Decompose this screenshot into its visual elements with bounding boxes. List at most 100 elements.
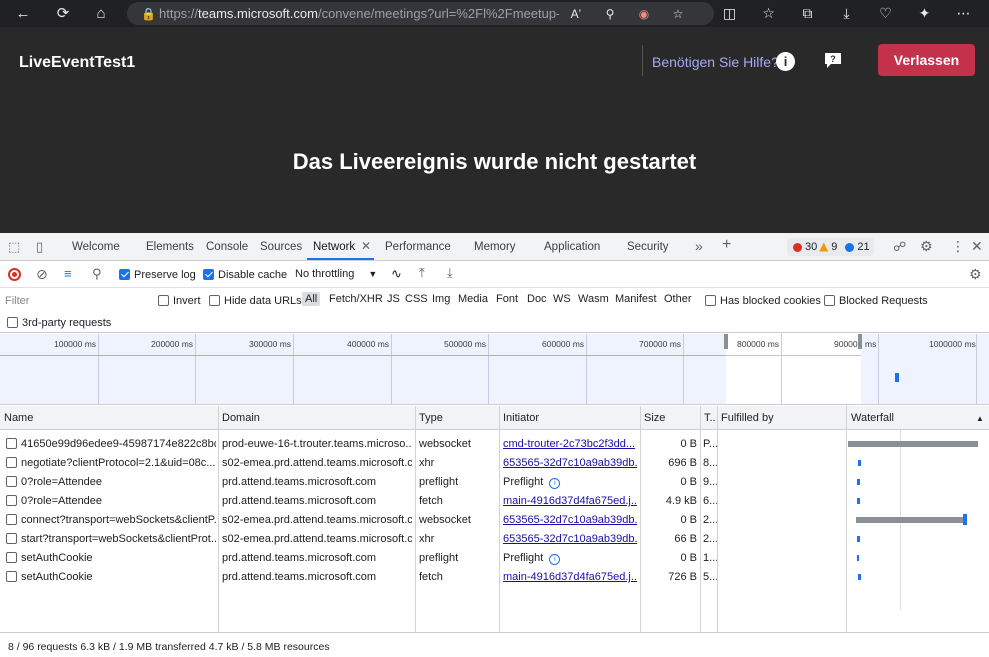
search-icon[interactable]: ⚲: [92, 266, 102, 282]
type-filter-doc[interactable]: Doc: [527, 293, 547, 305]
row-checkbox[interactable]: [6, 438, 17, 449]
type-filter-font[interactable]: Font: [496, 293, 518, 305]
help-link[interactable]: Benötigen Sie Hilfe?: [652, 54, 779, 70]
column-header-fulfilled-by[interactable]: Fulfilled by: [721, 412, 774, 424]
waterfall-bar[interactable]: [857, 536, 860, 542]
request-name[interactable]: 0?role=Attendee: [6, 476, 216, 488]
more-tabs-icon[interactable]: »: [695, 238, 703, 254]
type-filter-ws[interactable]: WS: [553, 293, 571, 305]
import-har-icon[interactable]: ⤒: [419, 265, 425, 281]
row-checkbox[interactable]: [6, 495, 17, 506]
table-row[interactable]: connect?transport=webSockets&clientP... s…: [0, 511, 989, 530]
device-toolbar-icon[interactable]: ▯: [36, 239, 43, 255]
issue-counters[interactable]: 30 9 21: [787, 238, 874, 256]
leave-button[interactable]: Verlassen: [878, 44, 975, 76]
network-settings-icon[interactable]: ⚙: [969, 266, 982, 283]
waterfall-bar[interactable]: [858, 574, 861, 580]
third-party-checkbox[interactable]: 3rd-party requests: [7, 317, 111, 329]
info-icon[interactable]: i: [776, 52, 795, 71]
tab-performance[interactable]: Performance: [385, 241, 451, 253]
chat-question-icon[interactable]: ?: [822, 50, 844, 72]
url-text[interactable]: https://teams.microsoft.com/convene/meet…: [159, 6, 559, 21]
waterfall-bar[interactable]: [856, 517, 966, 523]
type-filter-manifest[interactable]: Manifest: [615, 293, 657, 305]
more-menu-icon[interactable]: ⋯: [944, 5, 983, 22]
tab-console[interactable]: Console: [206, 241, 248, 253]
type-filter-all[interactable]: All: [302, 292, 321, 306]
has-blocked-cookies-checkbox[interactable]: Has blocked cookies: [705, 295, 821, 307]
export-har-icon[interactable]: ⤓: [447, 265, 453, 281]
favorite-star-icon[interactable]: ☆: [661, 7, 695, 21]
column-header-initiator[interactable]: Initiator: [503, 412, 539, 424]
read-aloud-icon[interactable]: A‛: [559, 7, 593, 21]
settings-gear-icon[interactable]: ⚙: [920, 238, 933, 255]
waterfall-bar[interactable]: [857, 555, 859, 561]
filter-clear-icon[interactable]: ≡: [64, 266, 72, 281]
invert-checkbox[interactable]: Invert: [158, 295, 201, 307]
type-filter-css[interactable]: CSS: [405, 293, 428, 305]
tab-elements[interactable]: Elements: [146, 241, 194, 253]
request-name[interactable]: 41650e99d96edee9-45987174e822c8bc...: [6, 438, 216, 450]
network-conditions-icon[interactable]: ∿: [391, 266, 402, 282]
row-checkbox[interactable]: [6, 476, 17, 487]
table-row[interactable]: 0?role=Attendee prd.attend.teams.microsof…: [0, 492, 989, 511]
copilot-icon[interactable]: ✦: [905, 5, 944, 22]
overview-left-handle[interactable]: [724, 334, 728, 349]
column-header-name[interactable]: Name: [4, 412, 33, 424]
address-bar[interactable]: 🔒 https://teams.microsoft.com/convene/me…: [127, 2, 714, 25]
preserve-log-checkbox[interactable]: Preserve log: [119, 269, 196, 281]
table-row[interactable]: negotiate?clientProtocol=2.1&uid=08c... s…: [0, 454, 989, 473]
waterfall-bar[interactable]: [857, 479, 860, 485]
close-devtools-icon[interactable]: ✕: [971, 238, 983, 255]
home-icon[interactable]: ⌂: [88, 2, 114, 24]
waterfall-bar[interactable]: [858, 460, 861, 466]
filter-input[interactable]: Filter: [2, 293, 147, 310]
type-filter-js[interactable]: JS: [387, 293, 400, 305]
row-checkbox[interactable]: [6, 457, 17, 468]
customize-menu-icon[interactable]: ⋮: [951, 238, 965, 255]
favorites-icon[interactable]: ☆: [749, 5, 788, 22]
table-row[interactable]: start?transport=webSockets&clientProt...…: [0, 530, 989, 549]
feedback-icon[interactable]: ☍: [893, 239, 906, 255]
request-name[interactable]: setAuthCookie: [6, 552, 216, 564]
type-filter-media[interactable]: Media: [458, 293, 488, 305]
request-initiator-link[interactable]: cmd-trouter-2c73bc2f3dd...: [503, 438, 637, 450]
sort-ascending-icon[interactable]: ▲: [976, 414, 984, 423]
request-initiator-link[interactable]: 653565-32d7c10a9ab39db...: [503, 533, 637, 545]
table-row[interactable]: setAuthCookie prd.attend.teams.microsoft.…: [0, 568, 989, 587]
request-initiator-link[interactable]: main-4916d37d4fa675ed.j...: [503, 495, 637, 507]
close-tab-icon[interactable]: ✕: [361, 239, 371, 253]
downloads-icon[interactable]: ⤓: [827, 5, 866, 22]
back-icon[interactable]: ←: [10, 2, 36, 24]
type-filter-other[interactable]: Other: [664, 293, 692, 305]
column-header-size[interactable]: Size: [644, 412, 665, 424]
request-name[interactable]: start?transport=webSockets&clientProt...: [6, 533, 216, 545]
type-filter-fetch-xhr[interactable]: Fetch/XHR: [329, 293, 383, 305]
type-filter-wasm[interactable]: Wasm: [578, 293, 609, 305]
waterfall-bar[interactable]: [857, 498, 860, 504]
hide-data-urls-checkbox[interactable]: Hide data URLs: [209, 295, 302, 307]
tracking-prevention-icon[interactable]: ◉: [627, 7, 661, 21]
split-screen-icon[interactable]: ◫: [710, 5, 749, 22]
tab-sources[interactable]: Sources: [260, 241, 302, 253]
column-header-waterfall[interactable]: Waterfall: [851, 412, 894, 424]
zoom-icon[interactable]: ⚲: [593, 7, 627, 21]
row-checkbox[interactable]: [6, 533, 17, 544]
browser-essentials-icon[interactable]: ♡: [866, 5, 905, 22]
table-row[interactable]: 41650e99d96edee9-45987174e822c8bc... prod…: [0, 435, 989, 454]
clear-icon[interactable]: ⊘: [36, 266, 48, 283]
refresh-icon[interactable]: ⟳: [50, 2, 76, 24]
column-header-type[interactable]: Type: [419, 412, 443, 424]
record-icon[interactable]: [8, 268, 21, 281]
preflight-info-icon[interactable]: i: [549, 478, 561, 489]
request-name[interactable]: setAuthCookie: [6, 571, 216, 583]
tab-network[interactable]: Network: [313, 241, 355, 253]
tab-memory[interactable]: Memory: [474, 241, 516, 253]
tab-welcome[interactable]: Welcome: [72, 241, 120, 253]
column-header-domain[interactable]: Domain: [222, 412, 260, 424]
type-filter-img[interactable]: Img: [432, 293, 450, 305]
network-overview[interactable]: 100000 ms 200000 ms 300000 ms 400000 ms …: [0, 334, 989, 405]
request-initiator-link[interactable]: 653565-32d7c10a9ab39db...: [503, 514, 637, 526]
tab-security[interactable]: Security: [627, 241, 669, 253]
inspect-element-icon[interactable]: ⬚: [8, 239, 20, 255]
